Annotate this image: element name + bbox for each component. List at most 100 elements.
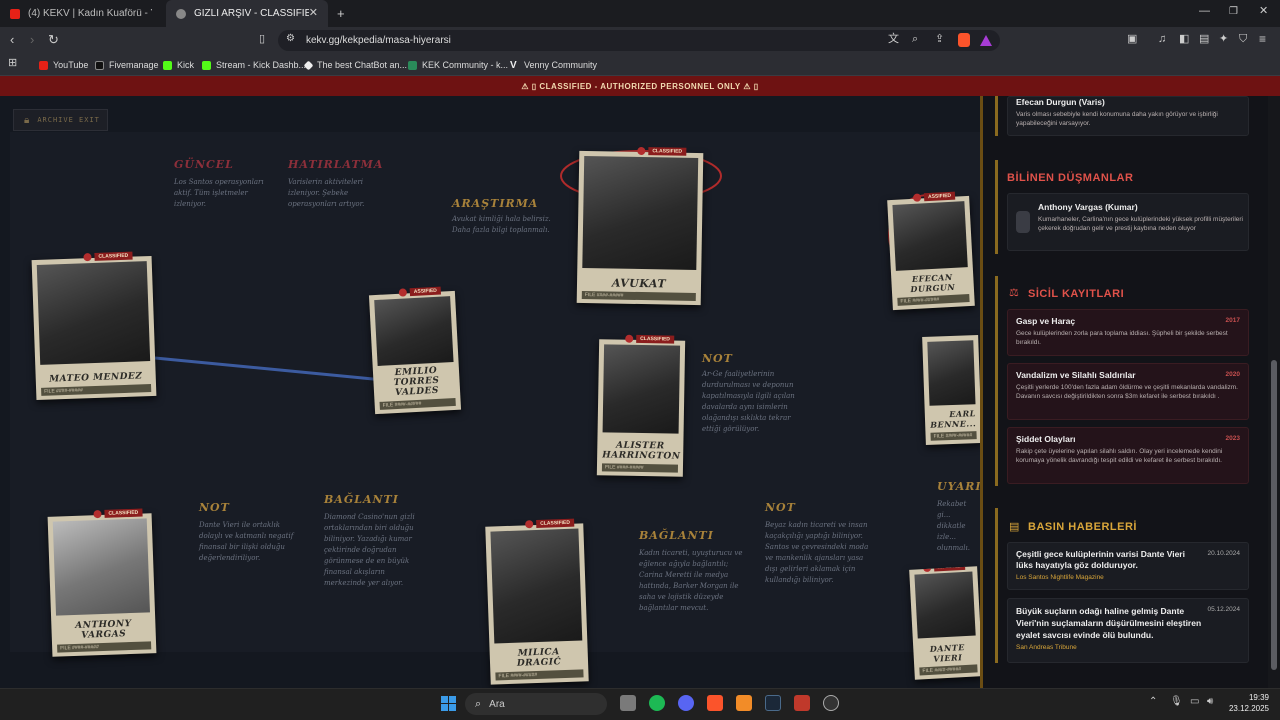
bookmark-kek-community[interactable]: KEK Community - k... bbox=[408, 54, 508, 76]
news-section-title: BASIN HABERLERİ bbox=[1028, 521, 1137, 533]
note-arastirma: ARAŞTIRMA Avukat kimliği hala belirsiz. … bbox=[452, 197, 562, 236]
note-title: NOT bbox=[765, 501, 796, 514]
newspaper-icon: ▤ bbox=[1009, 521, 1020, 533]
note-text: Kadın ticareti, uyuşturucu ve eğlence ağ… bbox=[639, 549, 743, 612]
minimize-button[interactable]: — bbox=[1199, 6, 1210, 17]
suspect-card-avukat[interactable]: CLASSIFIED AVUKAT FILE ####-##### bbox=[576, 146, 704, 306]
news-item[interactable]: Büyük suçların odağı haline gelmiş Dante… bbox=[1007, 598, 1249, 663]
bookmark-label: Venny Community bbox=[524, 60, 598, 70]
suspect-card-dante-vieri[interactable]: ASSIFIED DANTE VIERI FILE ####-##### bbox=[909, 566, 980, 680]
network-icon[interactable]: ▭ bbox=[1190, 697, 1199, 707]
note-text: Dante Vieri ile ortaklık dolaylı ve katm… bbox=[199, 521, 294, 562]
file-number: FILE ####-##### bbox=[495, 669, 584, 681]
chevron-up-icon[interactable]: ⌃ bbox=[1149, 697, 1157, 707]
discord-icon[interactable] bbox=[678, 695, 694, 711]
suspect-photo bbox=[582, 156, 699, 270]
new-tab-button[interactable]: + bbox=[337, 7, 345, 20]
bookmark-kick-dashboard[interactable]: Stream - Kick Dashb... bbox=[202, 54, 306, 76]
clock[interactable]: 19:39 23.12.2025 bbox=[1225, 692, 1269, 714]
suspect-card-mateo-mendez[interactable]: CLASSIFIED MATEO MENDEZ FILE ####-##### bbox=[31, 251, 157, 401]
record-item[interactable]: Vandalizm ve Silahlı Saldırılar 2020 Çeş… bbox=[1007, 363, 1249, 420]
bookmark-chatbot[interactable]: The best ChatBot an... bbox=[303, 54, 407, 76]
bookmark-kick[interactable]: Kick bbox=[163, 54, 194, 76]
app-icon[interactable] bbox=[736, 695, 752, 711]
windows-start-icon[interactable] bbox=[441, 696, 456, 711]
kek-community-icon bbox=[408, 60, 417, 70]
note-text: Varislerin aktiviteleri izleniyor. Şebek… bbox=[288, 178, 365, 208]
steam-icon[interactable] bbox=[765, 695, 781, 711]
bookmark-venny[interactable]: V Venny Community bbox=[510, 54, 597, 76]
tab-classified-files[interactable]: GİZLİ ARŞİV - CLASSIFIED FILES ✕ bbox=[166, 0, 328, 27]
brave-icon[interactable] bbox=[707, 695, 723, 711]
bookmark-fivemanage[interactable]: Fivemanage bbox=[95, 54, 159, 76]
sidebar-toggle-icon[interactable]: ◧ bbox=[1179, 34, 1189, 45]
record-title: Vandalizm ve Silahlı Saldırılar bbox=[1016, 370, 1136, 380]
pin-icon bbox=[93, 509, 102, 519]
record-item[interactable]: Şiddet Olayları 2023 Rakip çete üyelerin… bbox=[1007, 427, 1249, 484]
reload-icon[interactable]: ↻ bbox=[48, 33, 59, 46]
menu-icon[interactable]: ≡ bbox=[1259, 33, 1266, 45]
spotify-icon[interactable] bbox=[649, 695, 665, 711]
news-item[interactable]: Çeşitli gece kulüplerinin varisi Dante V… bbox=[1007, 542, 1249, 590]
file-number: FILE ####-##### bbox=[57, 641, 152, 653]
suspect-card-alister-harrington[interactable]: CLASSIFIED ALISTER HARRINGTON FILE ####-… bbox=[596, 334, 686, 477]
volume-icon[interactable]: 🔊︎ bbox=[1207, 697, 1213, 707]
share-icon[interactable]: ⇪ bbox=[935, 34, 944, 45]
section-accent bbox=[995, 508, 998, 663]
classified-badge: CLASSIFIED bbox=[636, 334, 675, 344]
record-title: Şiddet Olayları bbox=[1016, 434, 1076, 444]
apps-grid-icon[interactable]: ⊞ bbox=[8, 58, 17, 69]
lock-icon: 🔒︎ bbox=[24, 114, 30, 126]
bookmark-label: Fivemanage bbox=[109, 60, 159, 70]
file-number: FILE ####-##### bbox=[919, 664, 978, 676]
scrollbar-thumb[interactable] bbox=[1271, 360, 1277, 670]
suspect-card-emilio-torres-valdes[interactable]: ASSIFIED EMILIO TORRES VALDES FILE ####-… bbox=[368, 286, 462, 415]
brave-shield-icon[interactable] bbox=[958, 33, 970, 47]
note-title: HATIRLATMA bbox=[288, 158, 384, 171]
suspect-name: EARL BENNE... bbox=[930, 408, 977, 430]
brave-rewards-icon[interactable] bbox=[980, 35, 992, 46]
bookmark-icon[interactable]: ▯ bbox=[259, 34, 265, 45]
heir-description: Varis olması sebebiyle kendi konumuna da… bbox=[1016, 111, 1218, 127]
search-placeholder: Ara bbox=[489, 698, 505, 710]
reader-mode-icon[interactable]: ▣ bbox=[1127, 34, 1137, 45]
section-accent bbox=[995, 276, 998, 486]
bookmark-youtube[interactable]: YouTube bbox=[39, 54, 88, 76]
pin-icon bbox=[625, 334, 634, 343]
suspect-card-efecan-durgun[interactable]: ASSIFIED EFECAN DURGUN FILE ####-##### bbox=[887, 191, 975, 311]
tab-title: GİZLİ ARŞİV - CLASSIFIED FILES bbox=[194, 8, 309, 19]
wallet-icon[interactable]: ▤ bbox=[1199, 34, 1209, 45]
note-not-3: NOT Beyaz kadın ticareti ve insan kaçakç… bbox=[765, 501, 873, 586]
news-date: 20.10.2024 bbox=[1207, 550, 1240, 557]
note-uyari: UYARI Rekabet gi... dikkatle izle... olu… bbox=[937, 480, 980, 554]
zoom-icon[interactable]: ⌕ bbox=[912, 34, 918, 45]
suspect-card-anthony-vargas[interactable]: CLASSIFIED ANTHONY VARGAS FILE ####-####… bbox=[47, 508, 157, 657]
microphone-icon[interactable]: 🎙︎ bbox=[1170, 697, 1183, 707]
site-info-icon[interactable]: ⚙ bbox=[286, 34, 295, 44]
archive-exit-button[interactable]: 🔒︎ ARCHIVE EXIT bbox=[13, 109, 108, 131]
scrollbar[interactable] bbox=[1268, 96, 1280, 688]
media-icon[interactable]: ♫ bbox=[1158, 34, 1166, 45]
taskbar-search[interactable]: ⌕ Ara bbox=[465, 693, 607, 715]
suspect-card-earl-benne[interactable]: EARL BENNE... FILE ####-##### bbox=[922, 335, 980, 445]
youtube-favicon-icon bbox=[10, 8, 20, 19]
translate-icon[interactable]: 文 bbox=[888, 34, 899, 45]
app-icon[interactable] bbox=[794, 695, 810, 711]
vpn-icon[interactable]: ⛉ bbox=[1239, 34, 1247, 45]
close-window-button[interactable]: ✕ bbox=[1259, 6, 1268, 17]
close-tab-icon[interactable]: ✕ bbox=[309, 8, 318, 19]
suspect-card-milica-dragic[interactable]: CLASSIFIED MILICA DRAGIĆ FILE ####-##### bbox=[485, 518, 589, 685]
leo-ai-icon[interactable]: ✦ bbox=[1219, 34, 1228, 45]
section-accent bbox=[995, 96, 998, 136]
restore-button[interactable]: ❐ bbox=[1229, 7, 1238, 17]
record-item[interactable]: Gasp ve Haraç 2017 Gece kulüplerinden zo… bbox=[1007, 309, 1249, 356]
task-view-icon[interactable] bbox=[620, 695, 636, 711]
back-icon[interactable]: ‹ bbox=[10, 33, 14, 46]
pin-icon bbox=[398, 288, 408, 297]
app-icon[interactable] bbox=[823, 695, 839, 711]
forward-icon[interactable]: › bbox=[30, 33, 34, 46]
tab-youtube[interactable]: (4) KEKV | Kadın Kuaförü - YouTube bbox=[0, 0, 162, 27]
enemy-card[interactable]: Anthony Vargas (Kumar) Kumarhaneler, Car… bbox=[1007, 193, 1249, 251]
record-description: Çeşitli yerlerde 100'den fazla adam öldü… bbox=[1016, 384, 1238, 400]
note-text: Rekabet gi... dikkatle izle... olunmalı. bbox=[937, 500, 970, 552]
